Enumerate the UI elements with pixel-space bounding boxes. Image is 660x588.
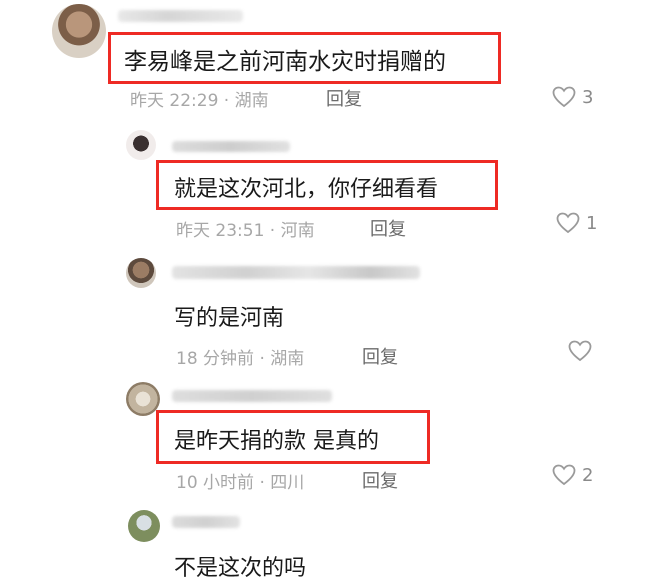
like-button[interactable] bbox=[568, 340, 598, 362]
like-count: 1 bbox=[586, 212, 598, 234]
avatar[interactable] bbox=[126, 130, 156, 160]
username-blurred[interactable] bbox=[118, 10, 243, 22]
username-blurred[interactable] bbox=[172, 266, 420, 279]
avatar[interactable] bbox=[126, 382, 160, 416]
reply-button[interactable]: 回复 bbox=[362, 343, 398, 369]
reply-button[interactable]: 回复 bbox=[370, 215, 406, 241]
comment-text: 是昨天捐的款 是真的 bbox=[174, 429, 379, 454]
comment-text: 不是这次的吗 bbox=[174, 556, 307, 581]
comment-time-location: 10 小时前 · 四川 bbox=[176, 473, 305, 493]
heart-outline-icon bbox=[568, 340, 592, 362]
like-count: 3 bbox=[582, 86, 594, 108]
reply-button[interactable]: 回复 bbox=[326, 85, 362, 111]
comment-text: 李易峰是之前河南水灾时捐赠的 bbox=[124, 49, 446, 75]
like-button[interactable]: 2 bbox=[552, 464, 593, 486]
reply-button[interactable]: 回复 bbox=[362, 467, 398, 493]
like-count: 2 bbox=[582, 464, 594, 486]
comment-text: 就是这次河北，你仔细看看 bbox=[174, 177, 439, 202]
comment-text: 写的是河南 bbox=[174, 306, 285, 331]
username-blurred[interactable] bbox=[172, 516, 240, 528]
comment-time-location: 18 分钟前 · 湖南 bbox=[176, 349, 305, 369]
avatar[interactable] bbox=[52, 4, 106, 58]
avatar[interactable] bbox=[128, 510, 160, 542]
avatar[interactable] bbox=[126, 258, 156, 288]
comment-time-location: 昨天 22:29 · 湖南 bbox=[130, 91, 269, 111]
heart-outline-icon bbox=[552, 86, 576, 108]
heart-outline-icon bbox=[552, 464, 576, 486]
like-button[interactable]: 1 bbox=[556, 212, 597, 234]
like-button[interactable]: 3 bbox=[552, 86, 593, 108]
username-blurred[interactable] bbox=[172, 390, 332, 402]
comment-time-location: 昨天 23:51 · 河南 bbox=[176, 221, 315, 241]
username-blurred[interactable] bbox=[172, 141, 290, 152]
heart-outline-icon bbox=[556, 212, 580, 234]
